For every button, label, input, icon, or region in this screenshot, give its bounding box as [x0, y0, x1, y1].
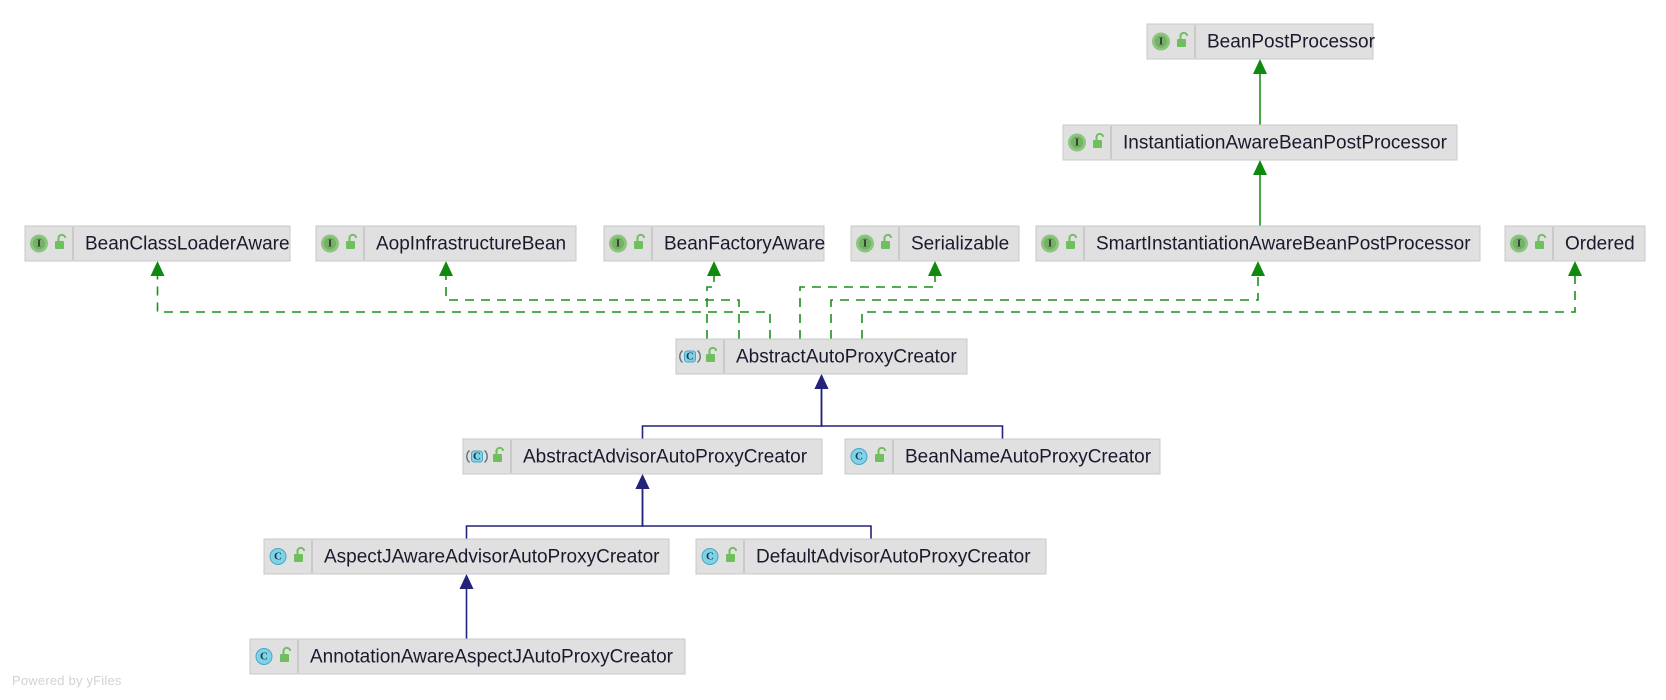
- node-label: Serializable: [911, 234, 1009, 255]
- node-label: AspectJAwareAdvisorAutoProxyCreator: [324, 547, 660, 568]
- interface-icon: I: [1510, 234, 1528, 253]
- svg-text:C: C: [686, 351, 694, 363]
- uml-node-SmartInstantiationAwareBeanPostProcessor[interactable]: I SmartInstantiationAwareBeanPostProcesso…: [1035, 225, 1481, 262]
- uml-node-AopInfrastructureBean[interactable]: I AopInfrastructureBean: [315, 225, 577, 262]
- uml-class-diagram: I BeanPostProcessor I InstantiationAwareBea…: [0, 0, 1666, 700]
- class-icon: C: [255, 648, 273, 665]
- interface-icon: I: [30, 234, 48, 253]
- uml-node-AbstractAutoProxyCreator[interactable]: C AbstractAutoProxyCreator: [675, 338, 968, 375]
- uml-node-AbstractAdvisorAutoProxyCreator[interactable]: C AbstractAdvisorAutoProxyCreator: [462, 438, 823, 475]
- interface-icon: I: [1152, 32, 1170, 51]
- svg-text:I: I: [1048, 238, 1052, 250]
- generalization-arrow: [1253, 59, 1267, 74]
- uml-node-BeanNameAutoProxyCreator[interactable]: C BeanNameAutoProxyCreator: [844, 438, 1161, 475]
- uml-node-DefaultAdvisorAutoProxyCreator[interactable]: C DefaultAdvisorAutoProxyCreator: [695, 538, 1047, 575]
- generalization-arrow: [635, 474, 650, 489]
- realization-arrow: [707, 261, 721, 276]
- node-label: BeanFactoryAware: [664, 234, 825, 255]
- node-label: BeanClassLoaderAware: [85, 234, 290, 255]
- generalization-line: [641, 489, 872, 539]
- edge-AbstractAutoProxyCreator-to-SmartInstantiationAwareBeanPostProcessor: [830, 261, 1265, 339]
- realization-line: [830, 276, 1259, 339]
- yfiles-watermark: Powered by yFiles: [12, 673, 122, 688]
- realization-arrow: [1568, 261, 1582, 276]
- edge-AbstractAdvisorAutoProxyCreator-to-AbstractAutoProxyCreator: [641, 374, 829, 439]
- svg-text:I: I: [328, 238, 332, 250]
- edge-DefaultAdvisorAutoProxyCreator-to-AbstractAdvisorAutoProxyCreator: [635, 474, 872, 539]
- class-icon: C: [701, 548, 719, 565]
- svg-text:I: I: [1159, 36, 1163, 48]
- realization-line: [706, 276, 715, 339]
- node-label: AbstractAutoProxyCreator: [736, 347, 957, 368]
- generalization-line: [641, 389, 823, 439]
- realization-arrow: [439, 261, 453, 276]
- interface-icon: I: [321, 234, 339, 253]
- realization-line: [156, 276, 771, 339]
- edge-SmartInstantiationAwareBeanPostProcessor-to-InstantiationAwareBeanPostProcessor: [1253, 160, 1267, 226]
- diagram-canvas: I BeanPostProcessor I InstantiationAwareBea…: [24, 23, 1646, 675]
- realization-line: [445, 276, 740, 339]
- realization-arrow: [1251, 261, 1265, 276]
- interface-icon: I: [856, 234, 874, 253]
- uml-node-BeanPostProcessor[interactable]: I BeanPostProcessor: [1146, 23, 1376, 60]
- generalization-arrow: [814, 374, 829, 389]
- edge-AspectJAwareAdvisorAutoProxyCreator-to-AbstractAdvisorAutoProxyCreator: [465, 474, 650, 539]
- uml-node-Ordered[interactable]: I Ordered: [1504, 225, 1646, 262]
- uml-node-BeanClassLoaderAware[interactable]: I BeanClassLoaderAware: [24, 225, 291, 262]
- realization-line: [861, 276, 1576, 339]
- generalization-arrow: [459, 574, 474, 589]
- node-label: SmartInstantiationAwareBeanPostProcessor: [1096, 234, 1471, 255]
- realization-line: [799, 276, 936, 339]
- svg-text:C: C: [473, 451, 481, 463]
- svg-text:I: I: [1517, 238, 1521, 250]
- class-icon: C: [269, 548, 287, 565]
- uml-node-BeanFactoryAware[interactable]: I BeanFactoryAware: [603, 225, 825, 262]
- node-label: InstantiationAwareBeanPostProcessor: [1123, 133, 1448, 154]
- node-label: BeanNameAutoProxyCreator: [905, 447, 1152, 468]
- generalization-arrow: [1253, 160, 1267, 175]
- edge-BeanNameAutoProxyCreator-to-AbstractAutoProxyCreator: [814, 374, 1004, 439]
- svg-text:C: C: [260, 651, 268, 663]
- interface-icon: I: [1068, 133, 1086, 152]
- node-label: BeanPostProcessor: [1207, 32, 1376, 53]
- uml-node-InstantiationAwareBeanPostProcessor[interactable]: I InstantiationAwareBeanPostProcessor: [1062, 124, 1458, 161]
- node-label: DefaultAdvisorAutoProxyCreator: [756, 547, 1031, 568]
- node-layer: I BeanPostProcessor I InstantiationAwareBea…: [24, 23, 1646, 675]
- edge-AbstractAutoProxyCreator-to-AopInfrastructureBean: [439, 261, 740, 339]
- interface-icon: I: [609, 234, 627, 253]
- svg-text:C: C: [274, 551, 282, 563]
- node-label: AopInfrastructureBean: [376, 234, 566, 255]
- uml-node-AnnotationAwareAspectJAutoProxyCreator[interactable]: C AnnotationAwareAspectJAutoProxyCreator: [249, 638, 686, 675]
- edge-AnnotationAwareAspectJAutoProxyCreator-to-AspectJAwareAdvisorAutoProxyCreator: [459, 574, 474, 639]
- uml-node-Serializable[interactable]: I Serializable: [850, 225, 1020, 262]
- node-label: AnnotationAwareAspectJAutoProxyCreator: [310, 647, 674, 668]
- svg-text:C: C: [855, 451, 863, 463]
- svg-text:C: C: [706, 551, 714, 563]
- node-label: AbstractAdvisorAutoProxyCreator: [523, 447, 808, 468]
- svg-text:I: I: [863, 238, 867, 250]
- svg-text:I: I: [616, 238, 620, 250]
- realization-arrow: [928, 261, 942, 276]
- uml-node-AspectJAwareAdvisorAutoProxyCreator[interactable]: C AspectJAwareAdvisorAutoProxyCreator: [263, 538, 670, 575]
- svg-text:I: I: [37, 238, 41, 250]
- node-label: Ordered: [1565, 234, 1635, 255]
- generalization-line: [820, 389, 1004, 439]
- svg-text:I: I: [1075, 137, 1079, 149]
- generalization-line: [465, 489, 644, 539]
- interface-icon: I: [1041, 234, 1059, 253]
- edge-InstantiationAwareBeanPostProcessor-to-BeanPostProcessor: [1253, 59, 1267, 125]
- realization-arrow: [150, 261, 165, 276]
- class-icon: C: [850, 448, 868, 465]
